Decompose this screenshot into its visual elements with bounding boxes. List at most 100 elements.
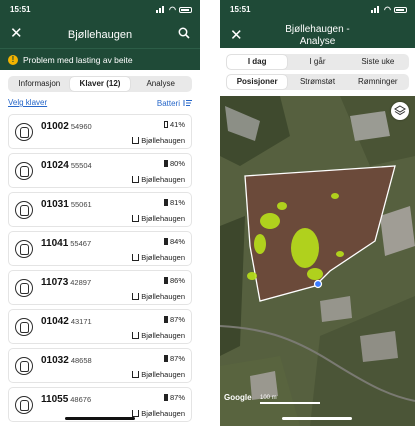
clamp-code: 42897 — [70, 278, 92, 287]
list-item[interactable]: 01042 43171 87% Bjøllehaugen — [8, 309, 192, 344]
page-title-line1: Bjøllehaugen - — [285, 24, 350, 35]
location: Bjøllehaugen — [132, 136, 185, 145]
battery-level: 41% — [163, 120, 185, 129]
signal-icon — [156, 6, 166, 13]
battery-level: 87% — [163, 393, 185, 402]
battery-icon — [163, 394, 168, 401]
clamp-id: 11073 42897 — [41, 277, 91, 288]
clamp-icon — [15, 123, 33, 141]
location: Bjøllehaugen — [132, 409, 185, 418]
battery-percent: 87% — [169, 354, 185, 363]
clamp-code: 48676 — [70, 395, 92, 404]
sort-label: Batteri — [156, 98, 180, 108]
battery-icon — [163, 277, 168, 284]
warning-text: Problem med lasting av beite — [23, 54, 133, 65]
battery-level: 81% — [163, 198, 185, 207]
app-header: 15:51 ◠ ✕ Bjøllehaugen - Analyse — [220, 0, 415, 48]
location: Bjøllehaugen — [132, 214, 185, 223]
battery-icon — [163, 316, 168, 323]
clamp-code: 54960 — [70, 122, 92, 131]
app-header: 15:51 ◠ ✕ Bjøllehaugen — [0, 0, 200, 48]
battery-percent: 84% — [169, 237, 185, 246]
house-icon — [132, 176, 140, 183]
layers-button[interactable] — [391, 102, 409, 120]
battery-icon — [163, 160, 168, 167]
signal-icon — [371, 6, 381, 13]
battery-icon — [163, 199, 168, 206]
status-icons: ◠ — [156, 5, 192, 14]
clamp-list: 01002 54960 41% Bjøllehaugen 01024 55504 8… — [0, 114, 200, 422]
battery-icon — [179, 6, 192, 13]
battery-icon — [163, 121, 168, 128]
clamp-code: 55504 — [70, 161, 92, 170]
house-icon — [132, 371, 140, 378]
sort-battery-button[interactable]: Batteri — [157, 98, 192, 108]
status-icons: ◠ — [371, 5, 407, 14]
status-time: 15:51 — [10, 5, 31, 14]
location: Bjøllehaugen — [132, 292, 185, 301]
battery-level: 87% — [163, 315, 185, 324]
analysis-screen: 15:51 ◠ ✕ Bjøllehaugen - Analyse I dag I… — [220, 0, 415, 426]
battery-percent: 87% — [169, 315, 185, 324]
tab-today[interactable]: I dag — [227, 55, 288, 69]
page-title: Bjøllehaugen — [67, 29, 133, 41]
tab-analyse[interactable]: Analyse — [130, 77, 191, 91]
clamp-icon — [15, 357, 33, 375]
tab-escapes[interactable]: Rømninger — [348, 75, 408, 89]
list-item[interactable]: 01032 48658 87% Bjøllehaugen — [8, 348, 192, 383]
clamp-id: 01032 48658 — [41, 355, 92, 366]
battery-percent: 86% — [169, 276, 185, 285]
location: Bjøllehaugen — [132, 253, 185, 262]
tab-positions[interactable]: Posisjoner — [227, 75, 288, 89]
battery-percent: 41% — [169, 120, 185, 129]
location-name: Bjøllehaugen — [141, 253, 185, 262]
tab-shocks[interactable]: Strømstøt — [287, 75, 347, 89]
clamp-list-screen: 15:51 ◠ ✕ Bjøllehaugen ! Problem med las… — [0, 0, 200, 426]
house-icon — [132, 410, 140, 417]
tab-yesterday[interactable]: I går — [287, 55, 347, 69]
battery-percent: 81% — [169, 198, 185, 207]
location-name: Bjøllehaugen — [141, 136, 185, 145]
tab-last-week[interactable]: Siste uke — [348, 55, 408, 69]
list-item[interactable]: 11073 42897 86% Bjøllehaugen — [8, 270, 192, 305]
clamp-code: 55061 — [70, 200, 92, 209]
tab-klaver[interactable]: Klaver (12) — [69, 77, 131, 91]
sort-icon — [183, 100, 192, 106]
battery-level: 84% — [163, 237, 185, 246]
home-indicator — [282, 417, 352, 420]
list-item[interactable]: 01002 54960 41% Bjøllehaugen — [8, 114, 192, 149]
battery-level: 80% — [163, 159, 185, 168]
clamp-icon — [15, 240, 33, 258]
house-icon — [132, 332, 140, 339]
clamp-icon — [15, 162, 33, 180]
satellite-map[interactable]: Google 100 m — [220, 96, 415, 426]
location: Bjøllehaugen — [132, 331, 185, 340]
list-item[interactable]: 11041 55467 84% Bjøllehaugen — [8, 231, 192, 266]
home-indicator — [65, 417, 135, 420]
wifi-icon: ◠ — [384, 5, 391, 14]
battery-percent: 87% — [169, 393, 185, 402]
position-dot[interactable] — [313, 279, 323, 289]
map-scale-bar — [260, 402, 320, 404]
page-title-line2: Analyse — [299, 36, 336, 47]
search-icon[interactable] — [178, 27, 190, 39]
battery-icon — [163, 355, 168, 362]
status-time: 15:51 — [230, 5, 251, 14]
clamp-number: 01002 — [41, 121, 69, 132]
view-tabs: Posisjoner Strømstøt Rømninger — [226, 74, 409, 90]
clamp-id: 01024 55504 — [41, 160, 92, 171]
location: Bjøllehaugen — [132, 370, 185, 379]
clamp-number: 11073 — [41, 277, 69, 288]
clamp-number: 01024 — [41, 160, 69, 171]
house-icon — [132, 137, 140, 144]
battery-icon — [394, 6, 407, 13]
wifi-icon: ◠ — [169, 5, 176, 14]
list-item[interactable]: 01031 55061 81% Bjøllehaugen — [8, 192, 192, 227]
map-attribution: Google — [224, 393, 252, 402]
screenshot: 15:51 ◠ ✕ Bjøllehaugen ! Problem med las… — [0, 0, 415, 426]
tab-informasjon[interactable]: Informasjon — [9, 77, 70, 91]
list-item[interactable]: 01024 55504 80% Bjøllehaugen — [8, 153, 192, 188]
warning-banner: ! Problem med lasting av beite — [0, 48, 200, 70]
select-clamps-link[interactable]: Velg klaver — [8, 98, 47, 108]
status-bar: 15:51 ◠ — [230, 5, 407, 17]
